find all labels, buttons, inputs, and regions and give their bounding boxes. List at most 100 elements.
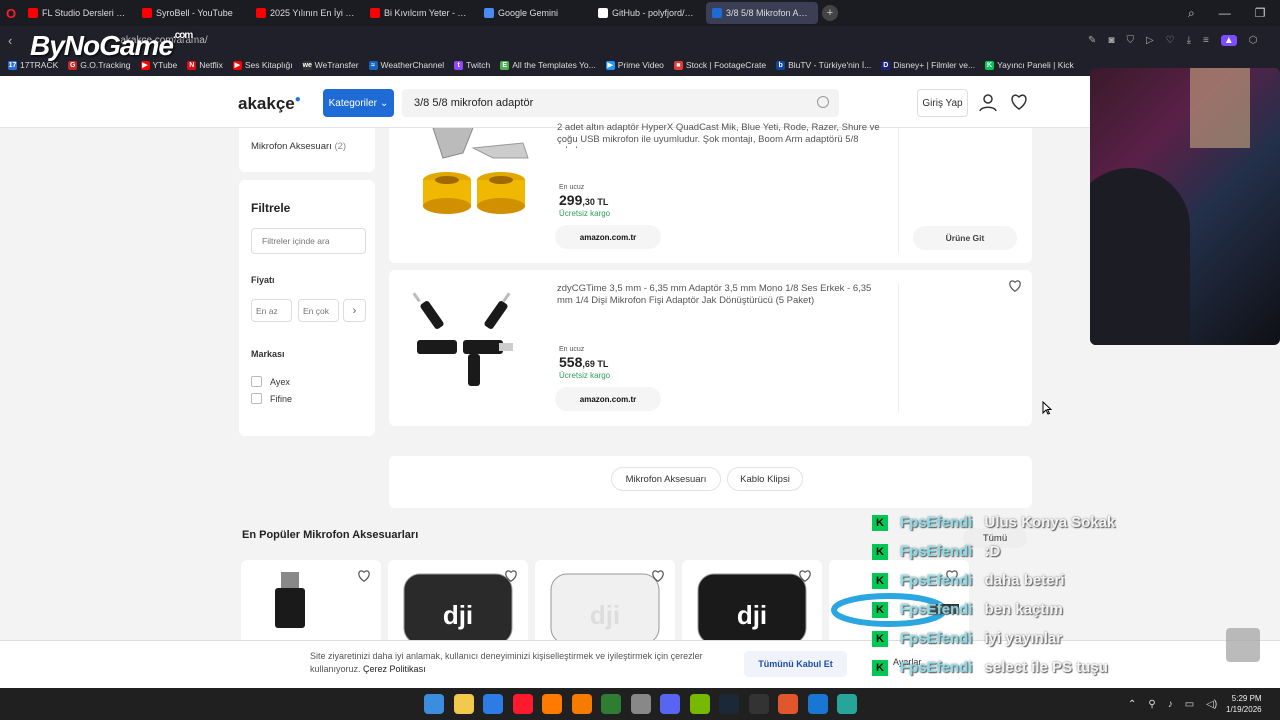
browser-tab[interactable]: 3/8 5/8 Mikrofon Adaptö [706,2,818,24]
minimize-button[interactable]: — [1219,6,1231,20]
chat-username: FpsEfendi [900,543,973,560]
user-icon[interactable] [979,94,997,112]
microphone-icon[interactable]: ♪ [1168,699,1173,710]
product-image[interactable] [413,128,533,238]
xbox-icon[interactable] [601,694,621,714]
category-item[interactable]: Mikrofon Aksesuarı (2) [251,141,346,152]
product-card[interactable]: zdyCGTime 3,5 mm - 6,35 mm Adaptör 3,5 m… [389,270,1032,426]
browser-tab[interactable]: Bi Kıvılcım Yeter - YouTube [364,2,476,24]
bookmark-item[interactable]: ■ Stock | FootageCrate [673,60,766,70]
bookmark-item[interactable]: t Twitch [454,60,490,70]
bookmark-item[interactable]: K Yayıncı Paneli | Kick [985,60,1074,70]
bookmark-item[interactable]: b BluTV - Türkiye'nin İ... [776,60,871,70]
app-icon[interactable] [807,694,828,714]
heart-icon[interactable]: ♡ [1166,35,1175,46]
shop-logo-amazon[interactable]: amazon.com.tr [555,225,661,249]
brand-checkbox[interactable] [251,393,262,404]
go-to-product-button[interactable]: Ürüne Git [913,226,1017,250]
bookmark-item[interactable]: D Disney+ | Filmler ve... [881,60,975,70]
bookmark-item[interactable]: N Netflix [187,60,223,70]
camera-icon[interactable]: ◙ [1108,35,1114,46]
shop-logo-amazon[interactable]: amazon.com.tr [555,387,661,411]
scroll-to-top-button[interactable] [1226,628,1260,662]
popular-product-card[interactable]: dji [535,560,675,645]
app-icon[interactable] [837,694,857,714]
login-button[interactable]: Giriş Yap [917,89,968,117]
related-chip-kablo-klipsi[interactable]: Kablo Klipsi [727,467,803,491]
opera-logo-icon[interactable]: O [0,0,22,26]
accept-all-cookies-button[interactable]: Tümünü Kabul Et [744,651,847,677]
app-icon[interactable] [778,694,798,714]
brand-filter-item[interactable]: Ayex [251,373,292,390]
favorites-heart-icon[interactable] [1010,94,1028,110]
obs-icon[interactable] [630,694,651,714]
mail-icon[interactable] [483,694,503,714]
favorite-heart-icon[interactable] [1008,280,1022,292]
volume-icon[interactable]: ◁) [1206,699,1217,710]
maximize-button[interactable]: ❐ [1255,6,1266,20]
browser-tab[interactable]: 2025 Yılının En İyi Ücretsiz [250,2,362,24]
menu-icon[interactable]: ≡ [1203,35,1209,46]
opera-icon[interactable] [512,694,533,714]
back-arrow-icon[interactable]: ‹ [8,33,12,48]
favorite-heart-icon[interactable] [798,570,812,582]
tab-title: Bi Kıvılcım Yeter - YouTube [384,8,470,18]
price-apply-button[interactable]: › [343,299,366,322]
discord-icon[interactable] [660,694,680,714]
bookmark-item[interactable]: we WeTransfer [302,60,359,70]
price-min-input[interactable] [251,299,292,322]
network-icon[interactable]: ▭ [1185,699,1194,710]
product-title[interactable]: zdyCGTime 3,5 mm - 6,35 mm Adaptör 3,5 m… [557,283,882,306]
fl-studio-icon[interactable] [571,694,592,714]
brand-filter-item[interactable]: Fifine [251,390,292,407]
product-title[interactable]: 2 adet altın adaptör HyperX QuadCast Mik… [557,122,882,148]
kick-badge-icon: K [872,543,888,560]
edit-icon[interactable]: ✎ [1088,35,1096,46]
browser-tab[interactable]: FL Studio Dersleri #4 | Sıfır [22,2,134,24]
favorite-heart-icon[interactable] [504,570,518,582]
epic-games-icon[interactable] [748,694,769,714]
brand-checkbox[interactable] [251,376,262,387]
nvidia-icon[interactable] [689,694,710,714]
bookmark-item[interactable]: ≈ WeatherChannel [368,60,444,70]
play-icon[interactable]: ▷ [1146,35,1154,46]
product-price: 299,30 TL [559,192,609,208]
akakce-logo[interactable]: akakçe● [238,94,301,114]
search-icon[interactable] [817,96,829,108]
download-icon[interactable]: ⤓ [1187,35,1191,46]
browser-tab[interactable]: Google Gemini [478,2,590,24]
blender-icon[interactable] [542,694,562,714]
bookmark-label: Twitch [466,60,491,70]
steam-icon[interactable] [719,694,739,714]
toolbar-icons: ✎ ◙ ⛉ ▷ ♡ ⤓ ≡ ▲ ⬡ [1088,34,1258,46]
related-chip-mikrofon-aksesuari[interactable]: Mikrofon Aksesuarı [611,467,721,491]
start-icon[interactable] [424,694,444,714]
file-explorer-icon[interactable] [453,694,474,714]
search-input[interactable]: 3/8 5/8 mikrofon adaptör [402,89,839,117]
extensions-icon[interactable]: ⬡ [1249,35,1258,46]
browser-tab[interactable]: GitHub - polyfjord/Simple [592,2,704,24]
popular-product-card[interactable]: dji [682,560,822,645]
favorite-heart-icon[interactable] [357,570,371,582]
shield-icon[interactable]: ⛉ [1126,35,1134,46]
usb-icon[interactable]: ⚲ [1148,699,1155,710]
new-tab-button[interactable]: + [822,5,838,21]
search-tabs-icon[interactable]: ⌕ [1188,6,1195,21]
profile-icon[interactable]: ▲ [1220,34,1237,46]
product-image[interactable] [413,292,533,392]
chevron-up-icon[interactable]: ⌃ [1128,699,1136,710]
filter-search-input[interactable] [251,228,366,254]
bookmark-item[interactable]: E All the Templates Yo... [500,60,596,70]
cookie-policy-link[interactable]: Çerez Politikası [363,664,426,674]
price-max-input[interactable] [298,299,339,322]
bookmark-item[interactable]: ▶ Ses Kitaplığı [232,60,293,70]
browser-tab[interactable]: SyroBell - YouTube [136,2,248,24]
favorite-heart-icon[interactable] [651,570,665,582]
categories-button[interactable]: Kategoriler ⌄ [323,89,394,117]
bookmark-item[interactable]: ▶ Prime Video [605,60,664,70]
product-card[interactable]: 2 adet altın adaptör HyperX QuadCast Mik… [389,122,1032,263]
bookmark-icon: ≈ [368,60,378,70]
popular-product-card[interactable] [241,560,381,644]
popular-product-card[interactable]: dji [388,560,528,645]
clock[interactable]: 5:29 PM 1/19/2026 [1226,693,1262,715]
